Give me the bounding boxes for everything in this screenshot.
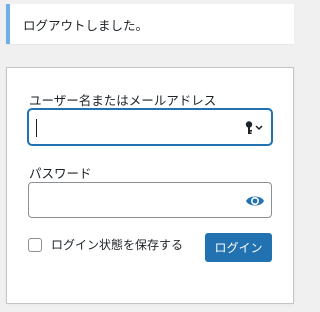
- username-label: ユーザー名またはメールアドレス: [29, 93, 217, 108]
- eye-icon[interactable]: [245, 192, 265, 210]
- username-field-wrapper[interactable]: [28, 109, 272, 145]
- remember-checkbox[interactable]: [28, 237, 42, 252]
- text-caret: [36, 119, 37, 137]
- username-input[interactable]: [29, 110, 229, 144]
- remember-me[interactable]: ログイン状態を保存する: [28, 236, 183, 253]
- notice-message: ログアウトしました。: [23, 17, 149, 33]
- remember-label[interactable]: ログイン状態を保存する: [51, 236, 183, 253]
- password-label: パスワード: [29, 166, 92, 181]
- key-icon[interactable]: [243, 120, 265, 136]
- password-field-wrapper[interactable]: [28, 182, 272, 218]
- password-input[interactable]: [29, 183, 229, 217]
- login-form: ユーザー名またはメールアドレス パスワード ログイン状態を保存する ログイン: [6, 67, 294, 304]
- login-button[interactable]: ログイン: [205, 233, 272, 262]
- logout-notice: ログアウトしました。: [6, 4, 294, 44]
